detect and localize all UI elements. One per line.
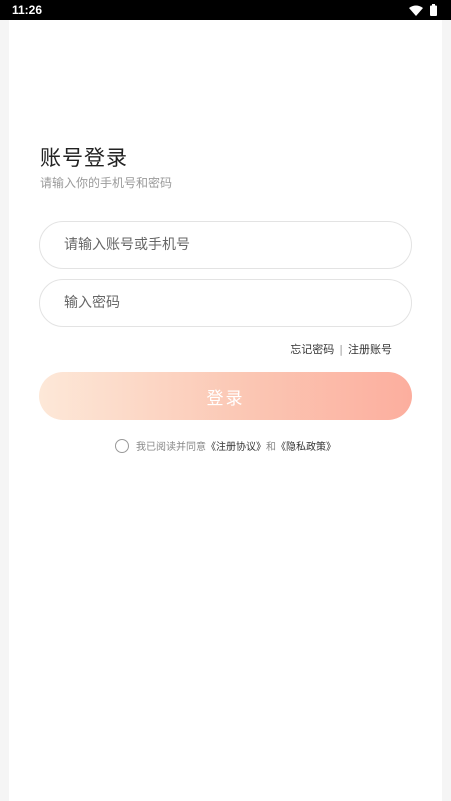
status-icons xyxy=(409,1,437,20)
agreement-checkbox[interactable] xyxy=(115,438,129,453)
wifi-icon xyxy=(409,1,423,20)
password-input[interactable] xyxy=(39,279,412,327)
page-title: 账号登录 xyxy=(40,146,128,170)
auth-links: 忘记密码 | 注册账号 xyxy=(290,341,392,357)
agreement-prefix: 我已阅读并同意 xyxy=(136,442,206,453)
agreement-row: 我已阅读并同意《注册协议》和《隐私政策》 xyxy=(115,438,336,453)
battery-icon xyxy=(430,1,437,20)
status-time: 11:26 xyxy=(12,3,43,17)
register-link[interactable]: 注册账号 xyxy=(348,341,392,357)
phone-input[interactable] xyxy=(39,221,412,269)
register-agreement-link[interactable]: 《注册协议》 xyxy=(206,442,266,453)
forgot-password-link[interactable]: 忘记密码 xyxy=(290,341,334,357)
privacy-policy-link[interactable]: 《隐私政策》 xyxy=(276,442,336,453)
status-bar: 11:26 xyxy=(0,0,451,20)
agreement-text: 我已阅读并同意《注册协议》和《隐私政策》 xyxy=(136,438,336,453)
link-separator: | xyxy=(339,342,343,356)
login-button[interactable]: 登录 xyxy=(39,372,412,420)
page-subtitle: 请输入你的手机号和密码 xyxy=(40,176,173,190)
agreement-conjunction: 和 xyxy=(266,442,276,453)
